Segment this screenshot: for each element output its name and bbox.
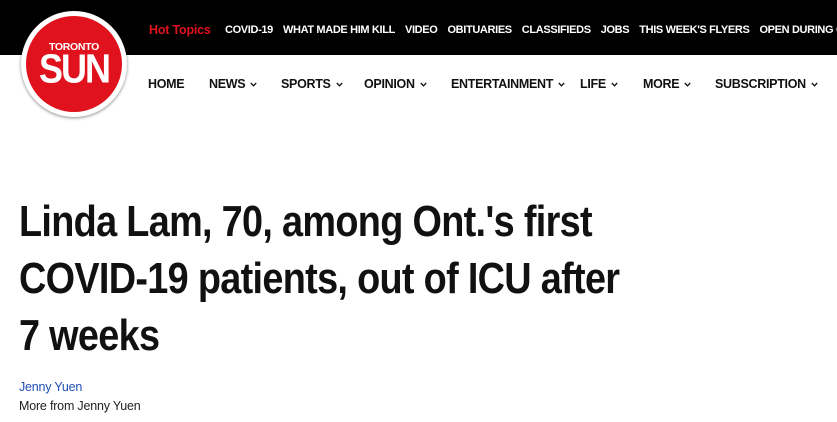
nav-item-label: ENTERTAINMENT xyxy=(451,77,554,91)
headline-line-2: COVID-19 patients, out of ICU after xyxy=(19,254,620,303)
chevron-down-icon xyxy=(558,81,565,88)
nav-item-label: SUBSCRIPTION xyxy=(715,77,806,91)
topic-link-open-during-covid[interactable]: OPEN DURING COVID xyxy=(759,24,837,38)
nav-item-entertainment[interactable]: ENTERTAINMENT xyxy=(451,77,565,91)
author-link[interactable]: Jenny Yuen xyxy=(19,380,82,394)
nav-item-life[interactable]: LIFE xyxy=(580,77,618,91)
hot-topics-label: Hot Topics xyxy=(149,23,211,37)
toronto-sun-logo[interactable]: TORONTO SUN xyxy=(21,11,127,117)
nav-item-label: LIFE xyxy=(580,77,606,91)
topic-link-flyers[interactable]: THIS WEEK'S FLYERS xyxy=(639,24,750,38)
nav-item-opinion[interactable]: OPINION xyxy=(364,77,427,91)
chevron-down-icon xyxy=(811,81,818,88)
nav-item-label: HOME xyxy=(148,77,185,91)
nav-item-sports[interactable]: SPORTS xyxy=(281,77,343,91)
more-from-author-link[interactable]: More from Jenny Yuen xyxy=(19,399,141,413)
topic-link-covid-19[interactable]: COVID-19 xyxy=(225,24,273,38)
topic-link-jobs[interactable]: JOBS xyxy=(601,24,630,38)
logo-sun-text: SUN xyxy=(38,45,111,92)
hot-topics-list: COVID-19 WHAT MADE HIM KILL VIDEO OBITUA… xyxy=(225,24,837,38)
nav-item-home[interactable]: HOME xyxy=(148,77,185,91)
topic-link-classifieds[interactable]: CLASSIFIEDS xyxy=(522,24,591,38)
topic-link-video[interactable]: VIDEO xyxy=(405,24,438,38)
nav-item-label: MORE xyxy=(643,77,680,91)
topic-link-obituaries[interactable]: OBITUARIES xyxy=(447,24,512,38)
chevron-down-icon xyxy=(420,81,427,88)
chevron-down-icon xyxy=(684,81,691,88)
logo-red-circle: TORONTO SUN xyxy=(26,16,122,112)
nav-item-label: NEWS xyxy=(209,77,246,91)
headline-line-1: Linda Lam, 70, among Ont.'s first xyxy=(19,197,593,246)
chevron-down-icon xyxy=(335,81,343,88)
nav-item-label: SPORTS xyxy=(281,77,331,91)
headline-line-3: 7 weeks xyxy=(19,311,160,360)
nav-item-subscription[interactable]: SUBSCRIPTION xyxy=(715,77,818,91)
chevron-down-icon xyxy=(611,81,618,88)
topic-link-what-made-him-kill[interactable]: WHAT MADE HIM KILL xyxy=(283,24,395,38)
nav-item-more[interactable]: MORE xyxy=(643,77,691,91)
nav-item-news[interactable]: NEWS xyxy=(209,77,257,91)
chevron-down-icon xyxy=(250,81,257,88)
nav-item-label: OPINION xyxy=(364,77,415,91)
article-headline: Linda Lam, 70, among Ont.'s first COVID-… xyxy=(19,193,707,364)
top-bar: Hot Topics COVID-19 WHAT MADE HIM KILL V… xyxy=(0,0,837,55)
